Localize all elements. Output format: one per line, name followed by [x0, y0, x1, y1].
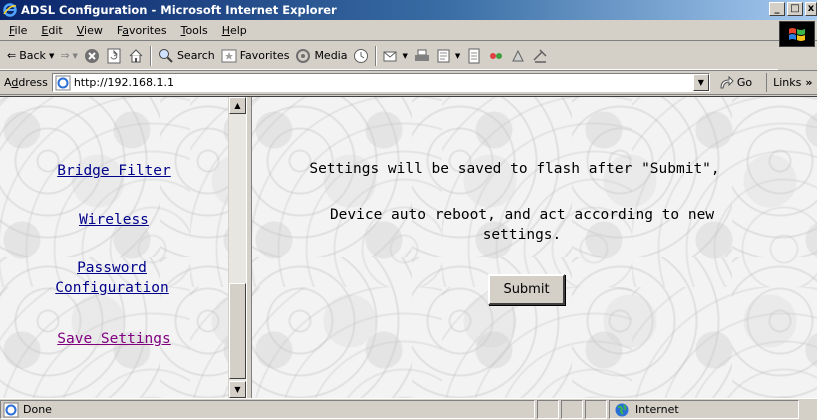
title-bar: ADSL Configuration - Microsoft Internet … [0, 0, 817, 20]
maximize-button[interactable]: □ [787, 2, 803, 16]
toolbar-separator [149, 45, 152, 66]
address-label: Address [4, 76, 48, 89]
window-title: ADSL Configuration - Microsoft Internet … [21, 3, 337, 17]
mail-icon [383, 51, 397, 61]
home-button[interactable] [125, 44, 147, 68]
refresh-button[interactable] [103, 44, 125, 68]
discuss-button[interactable] [463, 44, 485, 68]
history-button[interactable] [350, 44, 372, 68]
mail-button[interactable]: ▼ [380, 44, 410, 68]
home-icon [129, 48, 143, 62]
toolbar-separator [375, 45, 378, 66]
status-pane [585, 400, 607, 419]
close-button[interactable]: x [805, 2, 817, 16]
status-pane [561, 400, 583, 419]
extra-button[interactable] [529, 44, 551, 68]
ie-page-icon [3, 402, 19, 417]
zone-label: Internet [635, 403, 679, 416]
ie-logo-icon [2, 2, 18, 18]
navigation-frame: Bridge Filter Wireless Password Configur… [0, 97, 228, 399]
favorites-star-icon [221, 49, 237, 62]
status-bar: Done Internet [0, 398, 817, 420]
back-dropdown-icon[interactable]: ▼ [49, 52, 54, 60]
links-toolbar[interactable]: Links » [766, 73, 812, 92]
edit-dropdown-icon[interactable]: ▼ [455, 52, 460, 60]
status-text-pane: Done [0, 400, 535, 419]
back-button[interactable]: ⇐ Back ▼ [4, 44, 57, 68]
windows-logo-icon [779, 21, 815, 47]
history-icon [354, 48, 369, 63]
nav-link-bridge-filter[interactable]: Bridge Filter [0, 161, 228, 181]
edit-page-icon [437, 49, 450, 62]
print-icon [414, 49, 429, 61]
stop-icon [84, 48, 99, 63]
menu-favorites[interactable]: Favorites [110, 24, 174, 37]
main-frame: Settings will be saved to flash after "S… [252, 97, 817, 399]
menu-edit[interactable]: Edit [34, 24, 69, 37]
forward-arrow-icon: ⇒ [60, 49, 70, 62]
scroll-up-arrow-icon[interactable]: ▲ [229, 97, 246, 114]
research-button[interactable] [507, 44, 529, 68]
nav-frame-scrollbar[interactable]: ▲ ▼ [228, 97, 246, 399]
menu-bar: File Edit View Favorites Tools Help [0, 20, 817, 41]
address-field[interactable]: http://192.168.1.1 ▼ [51, 73, 710, 92]
save-notice-text: Settings will be saved to flash after "S… [309, 161, 720, 177]
ie-page-icon [55, 75, 71, 90]
search-button[interactable]: Search [155, 44, 218, 68]
edit-button[interactable]: ▼ [433, 44, 463, 68]
go-button[interactable]: Go [718, 75, 752, 91]
reboot-notice-text: Device auto reboot, and act according to… [329, 207, 715, 243]
search-icon [158, 48, 173, 63]
media-button[interactable]: Media [292, 44, 350, 68]
discuss-icon [468, 48, 480, 63]
messenger-icon [490, 52, 503, 59]
menu-view[interactable]: View [70, 24, 110, 37]
back-arrow-icon: ⇐ [7, 49, 17, 62]
address-url[interactable]: http://192.168.1.1 [74, 76, 693, 89]
go-arrow-icon [720, 75, 734, 88]
standard-toolbar: ⇐ Back ▼ ⇒ ▼ Search Favorites Media ▼ ▼ [0, 42, 778, 70]
links-more-icon[interactable]: » [805, 76, 812, 89]
security-zone-pane: Internet [609, 400, 799, 419]
address-bar: Address http://192.168.1.1 ▼ Go Links » [0, 70, 817, 95]
research-icon [512, 49, 525, 61]
print-button[interactable] [411, 44, 433, 68]
status-text: Done [23, 403, 52, 416]
browser-content: Bridge Filter Wireless Password Configur… [0, 96, 817, 399]
forward-dropdown-icon[interactable]: ▼ [73, 52, 78, 60]
menu-file[interactable]: File [2, 24, 34, 37]
address-dropdown-icon[interactable]: ▼ [692, 74, 709, 91]
menu-help[interactable]: Help [215, 24, 254, 37]
submit-button[interactable]: Submit [488, 274, 565, 305]
scrollbar-thumb[interactable] [229, 283, 246, 379]
favorites-button[interactable]: Favorites [218, 44, 293, 68]
tool-icon [533, 48, 547, 63]
scroll-down-arrow-icon[interactable]: ▼ [229, 381, 246, 398]
nav-link-save-settings[interactable]: Save Settings [0, 329, 228, 349]
status-pane [537, 400, 559, 419]
stop-button[interactable] [81, 44, 103, 68]
nav-link-password-configuration[interactable]: Password Configuration [0, 258, 226, 298]
forward-button[interactable]: ⇒ ▼ [57, 44, 81, 68]
refresh-icon [107, 48, 121, 63]
minimize-button[interactable]: _ [769, 2, 785, 16]
internet-globe-icon [615, 403, 629, 416]
messenger-button[interactable] [485, 44, 507, 68]
nav-link-wireless[interactable]: Wireless [0, 210, 228, 230]
menu-tools[interactable]: Tools [174, 24, 215, 37]
media-icon [296, 48, 311, 63]
mail-dropdown-icon[interactable]: ▼ [402, 52, 407, 60]
